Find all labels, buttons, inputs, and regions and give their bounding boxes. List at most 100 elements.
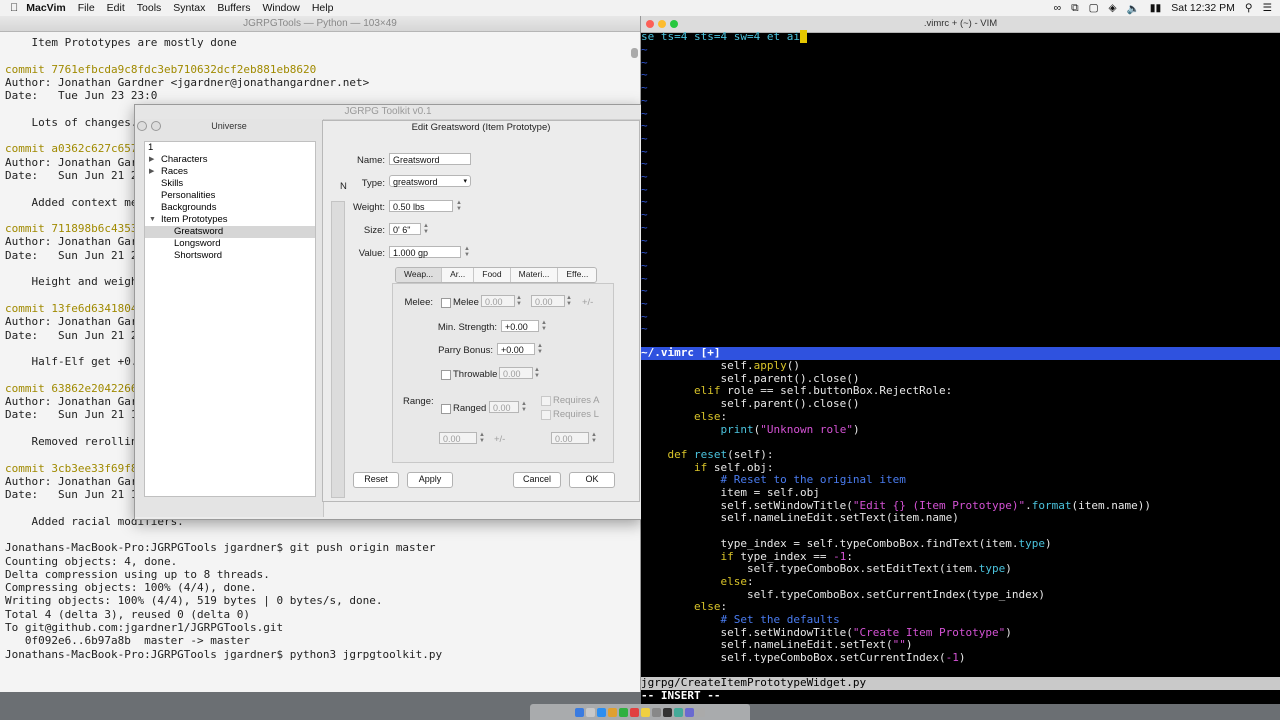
tree-item[interactable]: Greatsword [145,226,315,238]
melee-stepper-b[interactable]: ▲ ▼ [566,295,572,307]
range-stepper-b[interactable]: ▲ ▼ [591,432,597,444]
tree-item[interactable]: Shortsword [145,250,315,262]
tab-materials[interactable]: Materi... [511,268,559,282]
weight-field[interactable]: 0.50 lbs [389,200,453,212]
tree-item[interactable]: ▶ Characters [145,154,315,166]
settings-icon[interactable] [652,707,661,717]
wifi-icon[interactable]: ◈ [1109,2,1117,14]
messages-icon[interactable] [619,707,628,717]
disclosure-closed-icon[interactable]: ▶ [149,154,154,166]
tree-item[interactable]: Longsword [145,238,315,250]
menu-window[interactable]: Window [262,2,299,14]
minimize-icon[interactable] [658,20,666,28]
parry-stepper[interactable]: ▲ ▼ [537,343,543,355]
app-icon[interactable] [685,707,694,717]
range-field-b[interactable]: 0.00 [551,432,589,444]
apple-menu-icon[interactable]:  [10,2,18,14]
menu-edit[interactable]: Edit [107,2,125,14]
infinity-icon[interactable]: ∞ [1054,2,1062,14]
melee-field-a[interactable]: 0.00 [481,295,515,307]
ok-button[interactable]: OK [569,472,615,488]
melee-checkbox[interactable] [441,298,451,308]
menu-syntax[interactable]: Syntax [173,2,205,14]
tree-item[interactable]: ▼ Item Prototypes [145,214,315,226]
trash-icon[interactable] [696,707,705,717]
weight-label: Weight: [352,202,385,213]
weight-stepper[interactable]: ▲ ▼ [456,200,462,212]
notes-icon[interactable] [641,707,650,717]
name-label: Name: [357,155,385,166]
reset-button[interactable]: Reset [353,472,399,488]
tab-effects[interactable]: Effe... [558,268,596,282]
terminal-icon[interactable] [663,707,672,717]
code-token: . [1025,498,1032,512]
size-field[interactable]: 0' 6" [389,223,421,235]
menu-buffers[interactable]: Buffers [217,2,250,14]
value-field[interactable]: 1.000 gp [389,246,461,258]
tree-item[interactable]: ▶ Races [145,166,315,178]
range-stepper-a[interactable]: ▲ ▼ [479,432,485,444]
code-token: (self): [727,447,774,461]
tab-food[interactable]: Food [474,268,511,282]
universe-tree[interactable]: 1 ▶ Characters ▶ Races Skills Personalities Bac… [144,141,316,497]
app-menu[interactable]: MacVim [26,2,66,14]
value-stepper[interactable]: ▲ ▼ [464,246,470,258]
disclosure-closed-icon[interactable]: ▶ [149,166,154,178]
search-icon[interactable]: ⚲ [1245,2,1253,14]
code-token: reset [694,447,728,461]
launchpad-icon[interactable] [586,707,595,717]
copy-icon[interactable]: ⧉ [1071,2,1079,15]
clock[interactable]: Sat 12:32 PM [1171,2,1235,14]
mail-icon[interactable] [608,707,617,717]
apply-button[interactable]: Apply [407,472,453,488]
code-token: self.typeComboBox.setEditText(item. [641,562,979,576]
menu-tools[interactable]: Tools [137,2,162,14]
tree-item-label: Skills [161,178,184,189]
melee-stepper-a[interactable]: ▲ ▼ [516,295,522,307]
zoom-icon[interactable] [670,20,678,28]
throwable-checkbox[interactable] [441,370,451,380]
vim-title-text: .vimrc + (~) - VIM [923,18,998,29]
ranged-field[interactable]: 0.00 [489,401,519,413]
melee-field-b[interactable]: 0.00 [531,295,565,307]
tree-item[interactable]: Backgrounds [145,202,315,214]
min-strength-field[interactable]: +0.00 [501,320,539,332]
code-token: item = self.obj [641,486,820,499]
menu-help[interactable]: Help [312,2,334,14]
square-icon[interactable]: ▢ [1089,2,1099,14]
throwable-field[interactable]: 0.00 [499,367,533,379]
tree-item[interactable]: Personalities [145,190,315,202]
throwable-stepper[interactable]: ▲ ▼ [534,367,540,379]
disclosure-open-icon[interactable]: ▼ [149,214,156,226]
name-field[interactable]: Greatsword [389,153,471,165]
terminal-scrollbar[interactable] [631,48,638,58]
macvim-icon[interactable] [674,707,683,717]
range-field-a[interactable]: 0.00 [439,432,477,444]
requires-a-checkbox[interactable] [541,396,551,406]
tab-armor[interactable]: Ar... [442,268,475,282]
list-icon[interactable]: ☰ [1263,2,1272,14]
tab-weapon[interactable]: Weap... [396,268,443,282]
min-strength-stepper[interactable]: ▲ ▼ [541,320,547,332]
value-label: Value: [358,248,385,259]
cancel-button[interactable]: Cancel [513,472,561,488]
volume-icon[interactable]: 🔈 [1127,2,1140,15]
tree-item[interactable]: 1 [145,142,315,154]
type-combobox[interactable]: greatsword ▾ [389,175,471,187]
calendar-icon[interactable] [630,707,639,717]
battery-icon[interactable]: ▮▮ [1150,2,1162,14]
finder-icon[interactable] [575,707,584,717]
code-buffer[interactable]: self.apply() self.parent().close() elif … [641,359,1280,676]
vimrc-line[interactable]: se ts=4 sts=4 sw=4 et ai [641,30,807,44]
ranged-checkbox[interactable] [441,404,451,414]
tree-item[interactable]: Skills [145,178,315,190]
close-icon[interactable] [646,20,654,28]
side-scrollbar[interactable] [331,201,345,498]
terminal-line: Compressing objects: 100% (4/4), done. [5,581,257,595]
requires-l-checkbox[interactable] [541,410,551,420]
ranged-stepper[interactable]: ▲ ▼ [521,401,527,413]
size-stepper[interactable]: ▲ ▼ [423,223,429,235]
parry-field[interactable]: +0.00 [497,343,535,355]
menu-file[interactable]: File [78,2,95,14]
safari-icon[interactable] [597,707,606,717]
